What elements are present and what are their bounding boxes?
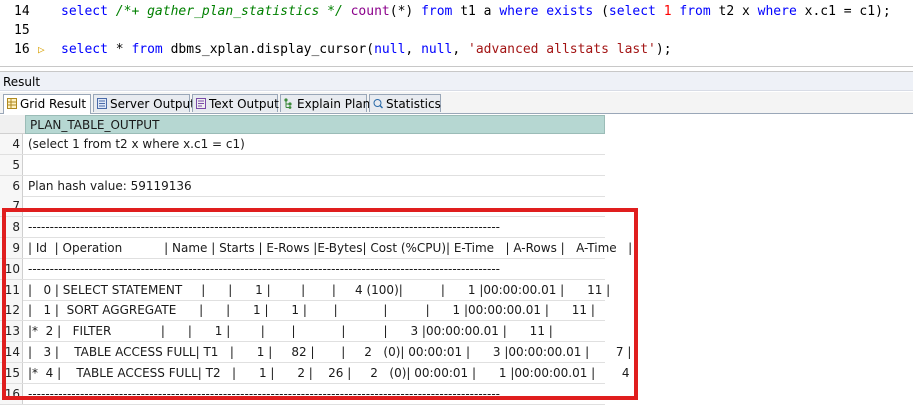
table-row[interactable]: 13 |* 2 | FILTER | | 1 | | | | | 3 |00:00… [0,321,605,343]
table-row[interactable]: 5 [0,154,605,176]
row-number: 13 [0,321,23,342]
text-output-icon [196,98,206,109]
row-number: 5 [0,154,23,175]
column-header-plan-table-output[interactable]: PLAN_TABLE_OUTPUT [25,115,605,134]
explain-plan-icon [284,98,292,109]
row-number-header [0,115,25,134]
editor-line[interactable]: 15 [0,22,913,40]
tab-statistics-label: Statistics [386,97,441,111]
plan-output-cell[interactable]: (select 1 from t2 x where x.c1 = c1) [28,134,245,154]
row-number: 11 [0,279,23,300]
tab-grid-result[interactable]: Grid Result [3,94,91,114]
editor-line[interactable]: 16 ▷ select * from dbms_xplan.display_curs… [0,41,913,59]
tab-server-output[interactable]: Server Output [93,94,195,112]
plan-output-cell[interactable]: | 3 | TABLE ACCESS FULL| T1 | 1 | 82 | |… [28,342,631,362]
row-number: 6 [0,175,23,196]
editor-line[interactable]: 14 select /*+ gather_plan_statistics */ c… [0,3,913,21]
table-row[interactable]: 11 | 0 | SELECT STATEMENT | | 1 | | | 4 (… [0,279,610,301]
row-number: 10 [0,258,23,279]
line-number: 14 [14,4,30,19]
tab-grid-result-label: Grid Result [20,97,87,111]
tab-text-output-label: Text Output [209,97,279,111]
table-row[interactable]: 4 (select 1 from t2 x where x.c1 = c1) [0,134,605,155]
plan-output-cell[interactable]: ----------------------------------------… [28,384,500,404]
row-number: 4 [0,134,23,154]
tab-text-output[interactable]: Text Output [192,94,279,112]
result-grid[interactable]: PLAN_TABLE_OUTPUT 4 (select 1 from t2 x w… [0,114,913,405]
tab-explain-plan-label: Explain Plan [297,97,371,111]
current-line-marker-icon: ▷ [38,43,45,56]
row-number: 14 [0,342,23,362]
table-row[interactable]: 16 --------------------------------------… [0,383,605,405]
plan-output-cell[interactable]: ----------------------------------------… [28,217,500,237]
sql-editor[interactable]: 14 select /*+ gather_plan_statistics */ c… [0,0,913,67]
plan-output-cell[interactable]: | 0 | SELECT STATEMENT | | 1 | | | 4 (10… [28,280,610,300]
table-row[interactable]: 14 | 3 | TABLE ACCESS FULL| T1 | 1 | 82 |… [0,342,631,363]
tab-explain-plan[interactable]: Explain Plan [280,94,371,112]
table-row[interactable]: 15 |* 4 | TABLE ACCESS FULL| T2 | 1 | 2 |… [0,362,637,384]
row-number: 7 [0,196,23,217]
table-row[interactable]: 12 | 1 | SORT AGGREGATE | | 1 | 1 | | | |… [0,300,605,322]
tab-server-output-label: Server Output [110,97,195,111]
row-number: 15 [0,362,23,383]
result-panel-title: Result [0,71,913,91]
table-row[interactable]: 10 --------------------------------------… [0,258,605,280]
result-tabs: Grid Result Server Output Text Output Ex… [0,92,913,114]
plan-output-cell[interactable]: |* 2 | FILTER | | 1 | | | | | 3 |00:00:0… [28,321,553,341]
plan-output-cell[interactable]: ----------------------------------------… [28,259,500,279]
table-row[interactable]: 7 [0,196,605,218]
row-number: 8 [0,217,23,238]
code-text: select /*+ gather_plan_statistics */ cou… [61,4,891,19]
row-number: 9 [0,238,23,258]
plan-output-cell[interactable]: |* 4 | TABLE ACCESS FULL| T2 | 1 | 2 | 2… [28,363,637,383]
table-row[interactable]: 6 Plan hash value: 59119136 [0,175,605,197]
plan-output-cell[interactable]: | 1 | SORT AGGREGATE | | 1 | 1 | | | | 1… [28,300,595,320]
line-number: 15 [14,23,30,38]
grid-icon [7,98,17,109]
plan-output-cell[interactable]: Plan hash value: 59119136 [28,176,192,196]
statistics-icon [373,99,383,109]
plan-output-cell[interactable]: | Id | Operation | Name | Starts | E-Row… [28,238,632,258]
row-number: 16 [0,383,23,404]
table-row[interactable]: 9 | Id | Operation | Name | Starts | E-Ro… [0,238,632,259]
server-output-icon [97,98,107,109]
code-text: select * from dbms_xplan.display_cursor(… [61,42,672,57]
tab-statistics[interactable]: Statistics [369,94,441,112]
row-number: 12 [0,300,23,321]
table-row[interactable]: 8 ---------------------------------------… [0,217,605,239]
